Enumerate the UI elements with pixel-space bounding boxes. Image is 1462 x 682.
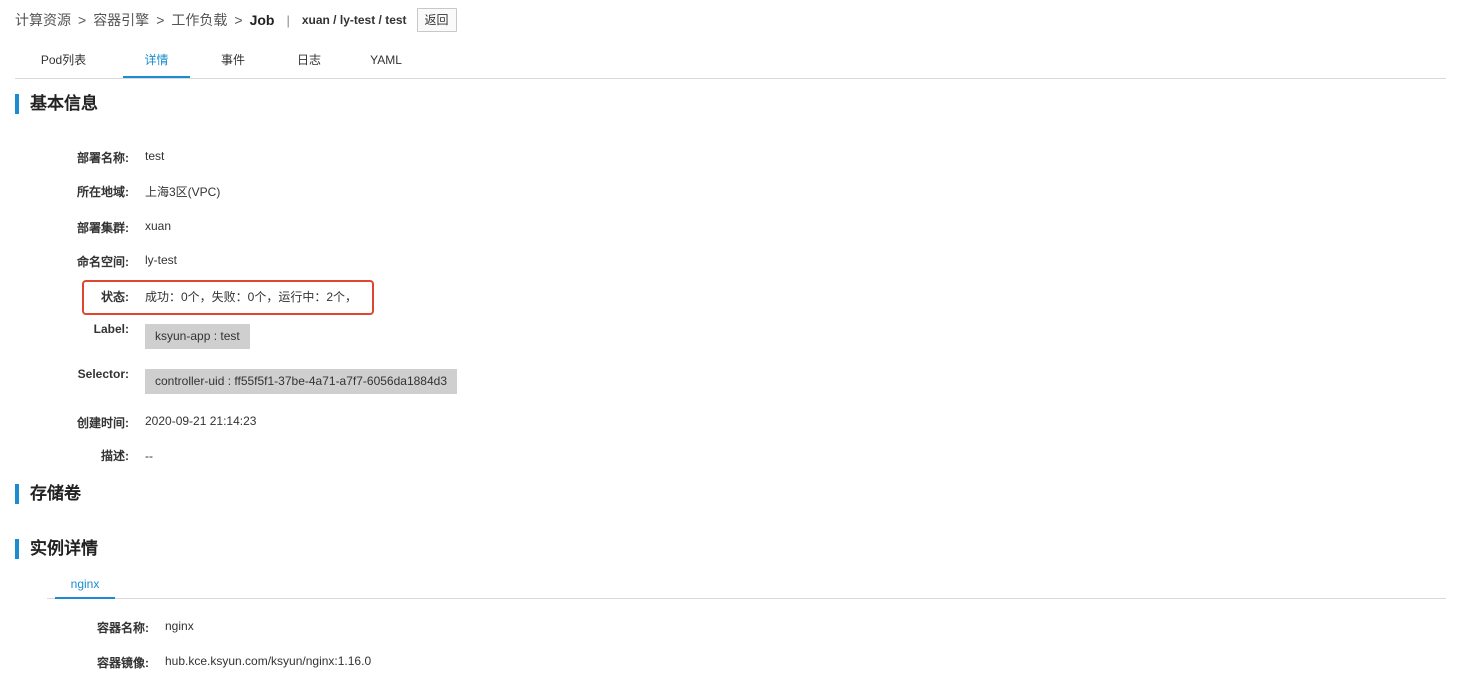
info-row-label: Label: ksyun-app : test bbox=[0, 322, 250, 349]
name-value: test bbox=[145, 149, 165, 163]
created-value: 2020-09-21 21:14:23 bbox=[145, 414, 257, 428]
created-label: 创建时间: bbox=[77, 416, 129, 430]
tab-logs[interactable]: 日志 bbox=[275, 44, 343, 78]
breadcrumb-item-container-engine[interactable]: 容器引擎 bbox=[93, 10, 149, 30]
tab-pod-list[interactable]: Pod列表 bbox=[15, 44, 112, 78]
description-label: 描述: bbox=[101, 449, 129, 463]
breadcrumb-divider: | bbox=[286, 12, 290, 28]
breadcrumb: 计算资源 > 容器引擎 > 工作负载 > Job | xuan / ly-tes… bbox=[15, 8, 457, 32]
label-tag-wrap: ksyun-app : test bbox=[145, 324, 250, 349]
breadcrumb-separator: > bbox=[234, 12, 243, 28]
container-name-value: nginx bbox=[165, 619, 194, 633]
name-label: 部署名称: bbox=[77, 151, 129, 165]
container-image-value: hub.kce.ksyun.com/ksyun/nginx:1.16.0 bbox=[165, 654, 372, 668]
cluster-label: 部署集群: bbox=[77, 221, 129, 235]
breadcrumb-current: Job bbox=[249, 12, 275, 28]
selector-label: Selector: bbox=[77, 367, 129, 381]
back-button[interactable]: 返回 bbox=[416, 8, 457, 32]
container-name-label: 容器名称: bbox=[97, 621, 149, 635]
section-title-instance: 实例详情 bbox=[15, 539, 98, 559]
resource-path: xuan / ly-test / test bbox=[301, 13, 407, 27]
region-value: 上海3区(VPC) bbox=[145, 185, 221, 199]
namespace-label: 命名空间: bbox=[77, 255, 129, 269]
tab-details[interactable]: 详情 bbox=[123, 44, 190, 78]
container-row-image: 容器镜像: hub.kce.ksyun.com/ksyun/nginx:1.16… bbox=[0, 654, 371, 671]
info-row-description: 描述: -- bbox=[0, 447, 153, 464]
info-row-namespace: 命名空间: ly-test bbox=[0, 253, 177, 270]
breadcrumb-item-compute[interactable]: 计算资源 bbox=[15, 10, 71, 30]
status-highlight-box bbox=[82, 280, 374, 315]
label-tag: ksyun-app : test bbox=[145, 324, 250, 349]
info-row-cluster: 部署集群: xuan bbox=[0, 219, 171, 236]
breadcrumb-separator: > bbox=[78, 12, 87, 28]
info-row-selector: Selector: controller-uid : ff55f5f1-37be… bbox=[0, 367, 457, 394]
info-row-name: 部署名称: test bbox=[0, 149, 164, 166]
namespace-value: ly-test bbox=[145, 253, 178, 267]
cluster-value: xuan bbox=[145, 219, 172, 233]
description-value: -- bbox=[145, 449, 153, 463]
container-image-label: 容器镜像: bbox=[97, 656, 149, 670]
selector-tag: controller-uid : ff55f5f1-37be-4a71-a7f7… bbox=[145, 369, 457, 394]
container-row-name: 容器名称: nginx bbox=[0, 619, 194, 636]
selector-tag-wrap: controller-uid : ff55f5f1-37be-4a71-a7f7… bbox=[145, 369, 457, 394]
section-title-basic-info: 基本信息 bbox=[15, 94, 98, 114]
region-label: 所在地域: bbox=[77, 185, 129, 199]
section-title-storage: 存储卷 bbox=[15, 484, 81, 504]
container-tab-bar: nginx bbox=[47, 572, 1446, 599]
info-row-region: 所在地域: 上海3区(VPC) bbox=[0, 183, 220, 200]
breadcrumb-separator: > bbox=[156, 12, 165, 28]
tab-yaml[interactable]: YAML bbox=[351, 44, 421, 78]
label-label: Label: bbox=[93, 322, 129, 336]
tab-container-nginx[interactable]: nginx bbox=[55, 572, 115, 599]
tab-events[interactable]: 事件 bbox=[199, 44, 267, 78]
tab-bar: Pod列表 详情 事件 日志 YAML bbox=[15, 44, 1446, 79]
info-row-created: 创建时间: 2020-09-21 21:14:23 bbox=[0, 414, 256, 431]
breadcrumb-item-workloads[interactable]: 工作负载 bbox=[171, 10, 227, 30]
